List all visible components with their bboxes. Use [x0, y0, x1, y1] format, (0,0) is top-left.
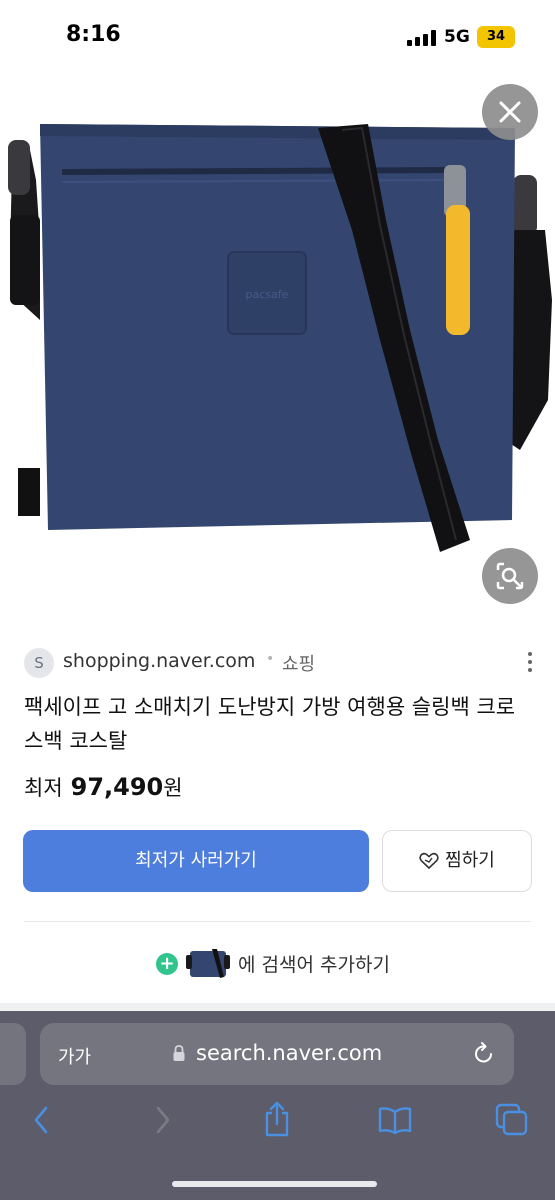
previous-tab-preview[interactable] [0, 1023, 26, 1085]
network-type: 5G [444, 27, 470, 47]
url-text[interactable]: search.naver.com [196, 1041, 382, 1065]
source-favicon: S [24, 648, 54, 678]
product-title[interactable]: 팩세이프 고 소매치기 도난방지 가방 여행용 슬링백 크로스백 코스탈 [24, 690, 534, 758]
text-size-button[interactable]: 가가 [58, 1043, 91, 1069]
back-icon[interactable] [30, 1104, 54, 1136]
source-domain[interactable]: shopping.naver.com [63, 650, 255, 672]
close-button[interactable] [482, 84, 538, 140]
product-thumbnail [186, 949, 230, 978]
close-icon [499, 101, 521, 123]
visual-search-button[interactable] [482, 548, 538, 604]
tabs-icon[interactable] [494, 1102, 530, 1138]
more-options-icon[interactable] [520, 650, 540, 674]
price-label: 최저 [24, 776, 63, 800]
visual-search-icon [496, 562, 524, 590]
cellular-signal-icon [407, 30, 437, 46]
price-row: 최저 97,490원 [24, 772, 183, 802]
status-bar: 8:16 5G 34 [0, 0, 555, 74]
lock-icon [173, 1045, 185, 1061]
share-icon[interactable] [262, 1100, 292, 1138]
reload-icon[interactable] [472, 1041, 496, 1067]
wishlist-label: 찜하기 [445, 850, 495, 871]
wishlist-button[interactable]: 찜하기 [382, 830, 532, 892]
plus-icon: + [156, 953, 178, 975]
product-image[interactable]: pacsafe [0, 74, 555, 620]
forward-icon[interactable] [150, 1104, 174, 1136]
source-separator: • [266, 651, 275, 667]
heart-icon [419, 852, 439, 870]
source-category: 쇼핑 [282, 654, 316, 675]
add-search-term-label: 에 검색어 추가하기 [238, 954, 390, 976]
price-unit: 원 [163, 776, 183, 800]
crossbody-bag-illustration: pacsafe [8, 124, 552, 552]
battery-indicator: 34 [477, 26, 515, 48]
home-indicator [172, 1181, 377, 1187]
lowest-price-buy-button[interactable]: 최저가 사러가기 [23, 830, 369, 892]
svg-text:pacsafe: pacsafe [246, 288, 289, 301]
bookmarks-icon[interactable] [377, 1106, 413, 1136]
status-time: 8:16 [66, 22, 121, 47]
section-gap [0, 1003, 555, 1011]
price-value: 97,490 [70, 773, 164, 801]
divider [24, 921, 531, 922]
